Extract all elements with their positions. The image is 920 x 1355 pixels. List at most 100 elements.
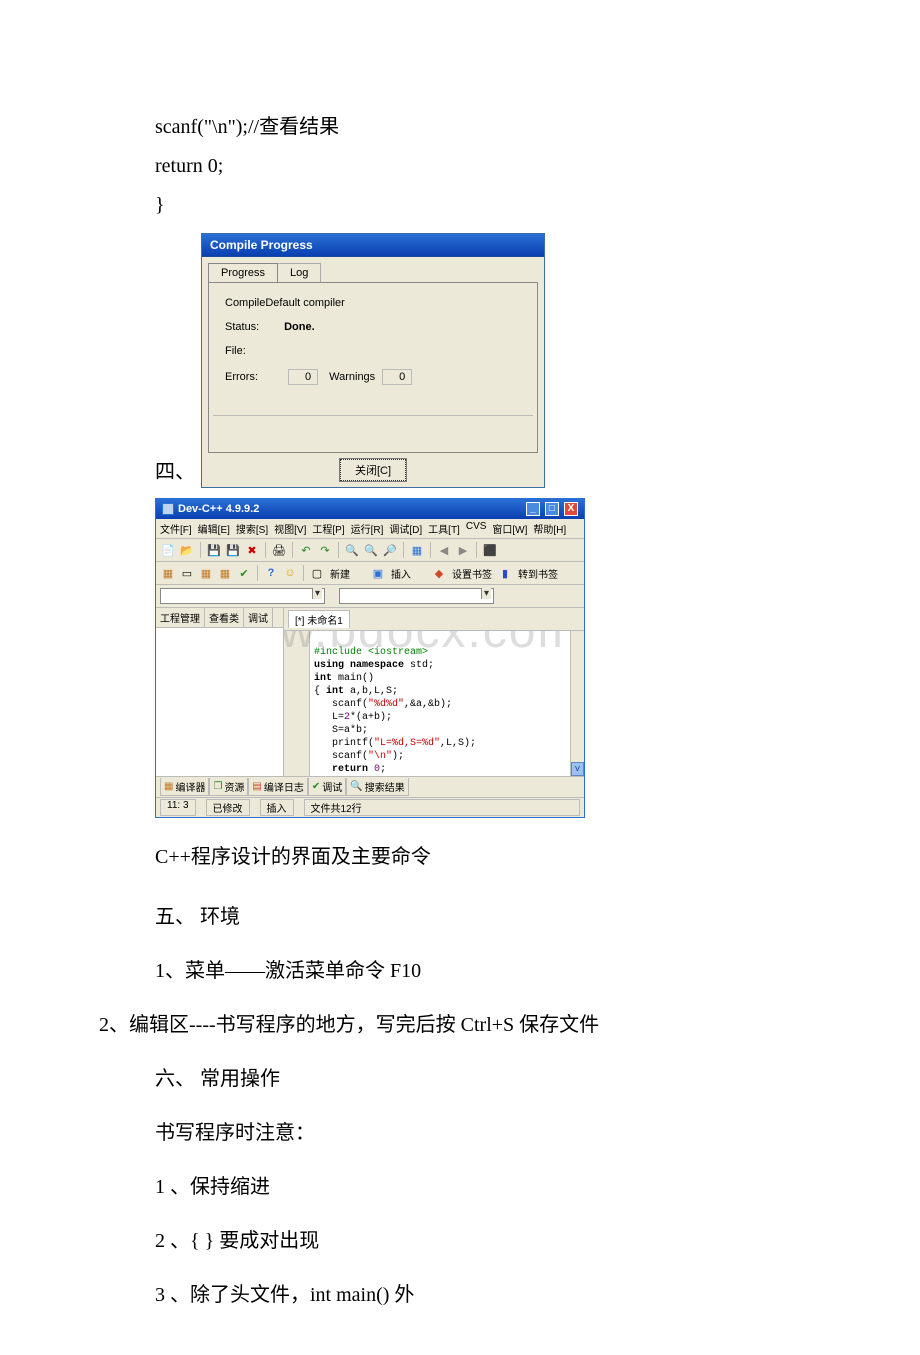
setbookmark-label[interactable]: 设置书签 <box>450 566 494 581</box>
close-file-icon[interactable]: ✖ <box>244 542 260 558</box>
insert-label[interactable]: 插入 <box>389 566 413 581</box>
undo-icon[interactable]: ↶ <box>298 542 314 558</box>
toolbar-row-3 <box>156 585 584 608</box>
redo-icon[interactable]: ↷ <box>317 542 333 558</box>
toolbar-row-2: ▦ ▭ ▦ ▦ ✔ ? ☺ ▢ 新建 ▣ 插入 ◆ 设置书签 ▮ 转到书签 <box>156 562 584 585</box>
new-file-icon[interactable]: 📄 <box>160 542 176 558</box>
search-tab-icon: 🔍 <box>350 781 362 792</box>
left-panel: 工程管理 查看类 调试 <box>156 608 284 776</box>
sec6-i2: 2 、{ } 要成对出现 <box>155 1221 820 1261</box>
compile-icon[interactable]: ▦ <box>409 542 425 558</box>
menu-cvs[interactable]: CVS <box>466 521 487 536</box>
findnext-icon[interactable]: 🔍 <box>363 542 379 558</box>
rebuild2-icon[interactable]: ▦ <box>217 565 233 581</box>
tab-log[interactable]: Log <box>277 263 321 282</box>
sec6-i3: 3 、除了头文件，int main() 外 <box>155 1275 820 1315</box>
section-six-label: 六、 常用操作 <box>155 1059 820 1099</box>
bottom-tab-debug[interactable]: ✔调试 <box>308 778 346 796</box>
gotobookmark-label[interactable]: 转到书签 <box>516 566 560 581</box>
status-row: Status: Done. <box>225 321 521 333</box>
print-icon[interactable]: 🖨 <box>271 542 287 558</box>
maximize-icon[interactable]: □ <box>545 502 559 516</box>
editor-gutter <box>284 631 310 776</box>
menu-run[interactable]: 运行[R] <box>351 521 384 536</box>
err-warn-row: Errors: 0 Warnings 0 <box>225 369 521 385</box>
vertical-scrollbar[interactable]: v <box>570 631 584 776</box>
menu-view[interactable]: 视图[V] <box>274 521 306 536</box>
compile-run-icon[interactable]: ▦ <box>160 565 176 581</box>
bottom-tab-resource[interactable]: ❐资源 <box>209 778 248 796</box>
menu-tools[interactable]: 工具[T] <box>428 521 460 536</box>
file-row: File: <box>225 345 521 357</box>
gotobookmark-icon[interactable]: ▮ <box>497 565 513 581</box>
menu-file[interactable]: 文件[F] <box>160 521 192 536</box>
class-combo[interactable] <box>160 588 325 604</box>
method-combo[interactable] <box>339 588 494 604</box>
menu-window[interactable]: 窗口[W] <box>492 521 527 536</box>
close-icon[interactable]: X <box>564 502 578 516</box>
bottom-tab-compiler[interactable]: ▦编译器 <box>160 778 209 796</box>
compile-dialog-title: Compile Progress <box>202 234 544 257</box>
menu-search[interactable]: 搜索[S] <box>236 521 268 536</box>
menu-project[interactable]: 工程[P] <box>312 521 344 536</box>
about-icon[interactable]: ☺ <box>282 565 298 581</box>
bottom-tabs: ▦编译器 ❐资源 ▤编译日志 ✔调试 🔍搜索结果 <box>156 776 584 797</box>
minimize-icon[interactable]: _ <box>526 502 540 516</box>
code-line-2: return 0; <box>155 155 820 178</box>
menu-help[interactable]: 帮助[H] <box>533 521 566 536</box>
open-file-icon[interactable]: 📂 <box>179 542 195 558</box>
insert-icon[interactable]: ▣ <box>370 565 386 581</box>
errors-value: 0 <box>288 369 318 385</box>
status-linecount: 文件共12行 <box>304 799 581 816</box>
log-icon: ▤ <box>252 781 261 792</box>
tab-progress[interactable]: Progress <box>208 263 278 282</box>
debug-icon[interactable]: ✔ <box>236 565 252 581</box>
compiler-icon: ▦ <box>164 781 173 792</box>
bottom-tab-search[interactable]: 🔍搜索结果 <box>346 778 408 796</box>
divider <box>213 415 533 416</box>
debug-tab-icon: ✔ <box>312 781 320 792</box>
menu-debug[interactable]: 调试[D] <box>389 521 422 536</box>
save-icon[interactable]: 💾 <box>206 542 222 558</box>
stop-icon[interactable]: ⬛ <box>482 542 498 558</box>
editor-file-tab[interactable]: [*] 未命名1 <box>288 610 350 628</box>
left-tab-classes[interactable]: 查看类 <box>205 608 244 627</box>
rebuild-icon[interactable]: ▦ <box>198 565 214 581</box>
status-label: Status: <box>225 321 281 333</box>
compiler-row: CompileDefault compiler <box>225 297 521 309</box>
status-value: Done. <box>284 321 315 333</box>
resource-icon: ❐ <box>213 781 222 792</box>
scroll-down-icon[interactable]: v <box>571 762 584 776</box>
status-insert: 插入 <box>260 799 294 816</box>
close-button[interactable]: 关闭[C] <box>340 459 406 481</box>
bottom-tab-compilelog[interactable]: ▤编译日志 <box>248 778 307 796</box>
menu-edit[interactable]: 编辑[E] <box>198 521 230 536</box>
replace-icon[interactable]: 🔎 <box>382 542 398 558</box>
find-icon[interactable]: 🔍 <box>344 542 360 558</box>
saveall-icon[interactable]: 💾 <box>225 542 241 558</box>
devcpp-ide-window: Dev-C++ 4.9.9.2 _ □ X 文件[F] 编辑[E] 搜索[S] … <box>155 498 585 818</box>
left-tab-project[interactable]: 工程管理 <box>156 608 205 627</box>
ide-title: Dev-C++ 4.9.9.2 <box>178 503 259 515</box>
section-five-label: 五、 环境 <box>155 897 820 937</box>
file-label: File: <box>225 345 281 357</box>
left-panel-tabs: 工程管理 查看类 调试 <box>156 608 283 628</box>
toolbar-row-1: 📄 📂 💾 💾 ✖ 🖨 ↶ ↷ 🔍 🔍 🔎 ▦ ◀ ▶ ⬛ <box>156 539 584 562</box>
menu-bar: 文件[F] 编辑[E] 搜索[S] 视图[V] 工程[P] 运行[R] 调试[D… <box>156 519 584 539</box>
warnings-value: 0 <box>382 369 412 385</box>
help-icon[interactable]: ? <box>263 565 279 581</box>
setbookmark-icon[interactable]: ◆ <box>431 565 447 581</box>
ide-caption: C++程序设计的界面及主要命令 <box>155 840 820 869</box>
errors-label: Errors: <box>225 371 281 383</box>
app-icon <box>162 503 174 515</box>
run-icon[interactable]: ▭ <box>179 565 195 581</box>
sec6-i1: 1 、保持缩进 <box>155 1167 820 1207</box>
fwd-icon[interactable]: ▶ <box>455 542 471 558</box>
newfile2-icon[interactable]: ▢ <box>309 565 325 581</box>
code-editor[interactable]: #include <iostream> using namespace std;… <box>310 631 570 776</box>
back-icon[interactable]: ◀ <box>436 542 452 558</box>
code-line-1: scanf("\n");//查看结果 <box>155 110 820 139</box>
new-label[interactable]: 新建 <box>328 566 352 581</box>
left-tab-debug[interactable]: 调试 <box>244 608 273 627</box>
sec6-note: 书写程序时注意： <box>155 1113 820 1153</box>
